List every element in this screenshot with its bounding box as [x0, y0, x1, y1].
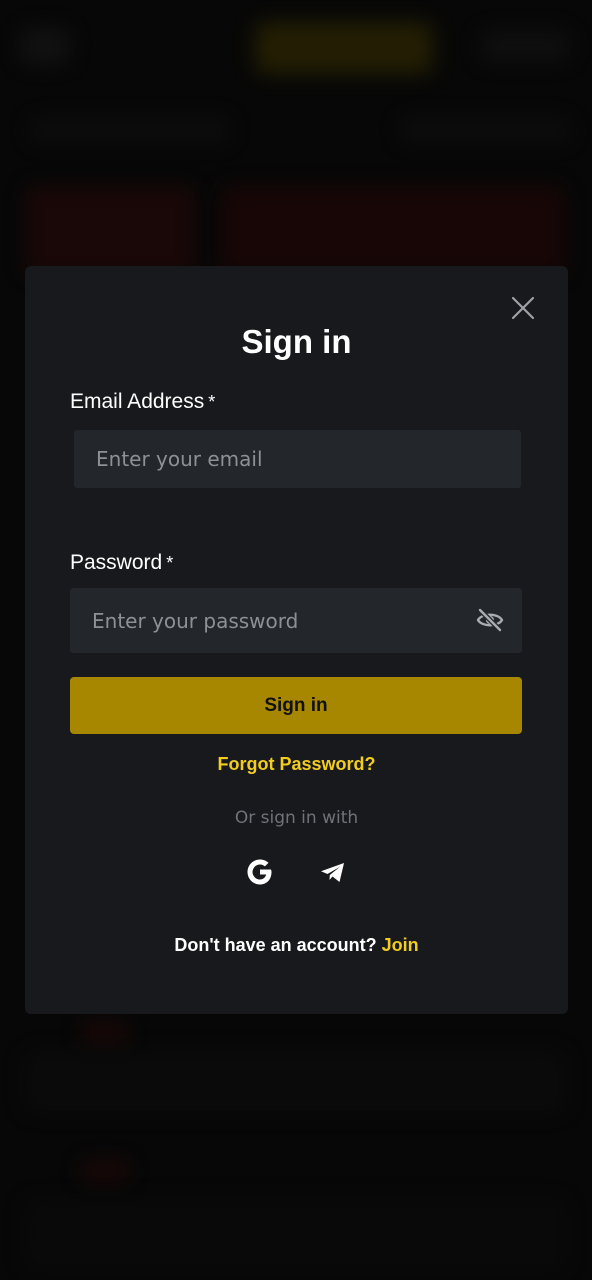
sign-in-button[interactable]: Sign in	[70, 677, 522, 734]
sign-in-modal: Sign in Email Address* Password* Sign in…	[25, 266, 568, 1014]
telegram-sign-in-button[interactable]	[317, 856, 349, 888]
password-field[interactable]	[92, 588, 452, 653]
google-sign-in-button[interactable]	[244, 856, 276, 888]
bg-banner-right-blur	[220, 186, 565, 276]
password-label: Password *	[70, 550, 173, 576]
email-label-text: Email Address	[70, 390, 205, 413]
password-required-mark: *	[166, 553, 174, 573]
or-sign-in-with-text: Or sign in with	[234, 808, 359, 828]
close-icon	[511, 296, 535, 320]
email-label: Email Address *	[70, 389, 215, 415]
bg-nav-blur	[30, 118, 230, 142]
forgot-password-link[interactable]: Forgot Password?	[25, 751, 568, 777]
bg-menu-blur	[20, 28, 70, 64]
bg-logo-blur	[255, 22, 433, 74]
password-field-container	[70, 588, 522, 653]
modal-title: Sign in	[241, 323, 352, 360]
sign-up-prompt: Don't have an account? Join	[25, 932, 568, 958]
telegram-icon	[321, 863, 344, 882]
bg-tag-blur	[80, 1022, 130, 1044]
email-field-container	[74, 430, 521, 488]
eye-off-icon	[476, 608, 504, 632]
google-icon	[247, 859, 272, 885]
close-button[interactable]	[509, 294, 537, 322]
bg-row-blur	[25, 1052, 565, 1112]
bg-nav-right-blur	[400, 118, 570, 142]
bg-header-blur	[480, 30, 570, 62]
sign-up-prompt-text: Don't have an account?	[174, 935, 377, 955]
bg-banner-left-blur	[25, 186, 195, 276]
bg-bottom-nav-blur	[25, 1200, 565, 1270]
bg-tag2-blur	[80, 1160, 130, 1182]
join-link[interactable]: Join	[382, 935, 419, 955]
password-label-text: Password	[70, 551, 163, 574]
email-field[interactable]	[96, 430, 456, 488]
toggle-password-visibility-button[interactable]	[476, 607, 504, 633]
email-required-mark: *	[208, 392, 216, 412]
